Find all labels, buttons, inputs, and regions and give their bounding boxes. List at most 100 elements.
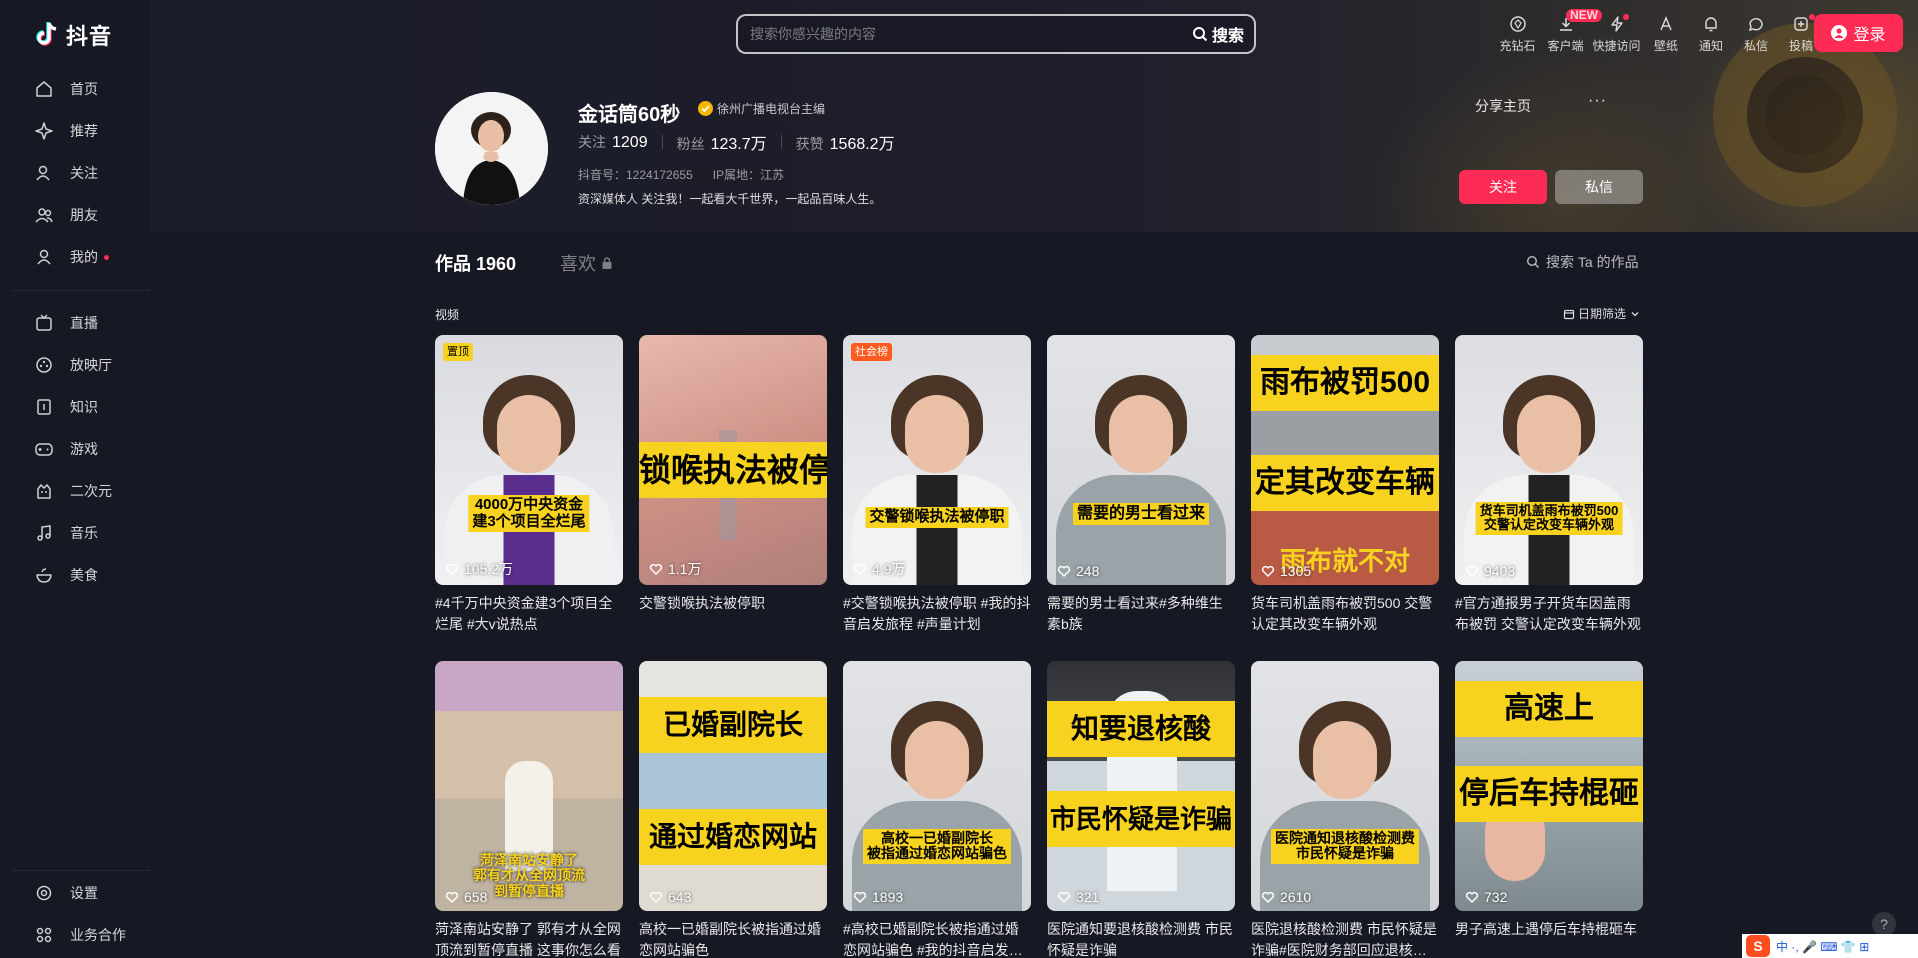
profile-bio: 资深媒体人 关注我！一起看大千世界，一起品百味人生。: [578, 192, 882, 206]
top-action-messages[interactable]: 私信: [1736, 12, 1776, 56]
heart-icon: [445, 891, 459, 903]
sidebar-item-anime[interactable]: 二次元: [0, 470, 150, 512]
like-count: 9403: [1465, 563, 1515, 579]
heart-icon: [853, 891, 867, 903]
search-input[interactable]: [738, 16, 1182, 52]
chat-icon: [1748, 17, 1763, 31]
video-card[interactable]: 高校一已婚副院长 被指通过婚恋网站骗色 1893 #高校已婚副院长被指通过婚恋网站…: [843, 661, 1031, 958]
video-card[interactable]: 高速上 停后车持棍砸 732 男子高速上遇停后车持棍砸车: [1455, 661, 1643, 958]
video-card[interactable]: 雨布被罚500 定其改变车辆 雨布就不对 1305 货车司机盖雨布被罚500 交…: [1251, 335, 1439, 635]
top-action-label: 私信: [1743, 38, 1768, 53]
sidebar-item-label: 业务合作: [70, 927, 126, 943]
sidebar-item-games[interactable]: 游戏: [0, 428, 150, 470]
primary-nav: 首页 推荐 关注 朋友 我的: [0, 68, 150, 278]
top-action-wallpaper[interactable]: 壁纸: [1646, 12, 1686, 56]
top-action-label: 快捷访问: [1592, 38, 1641, 53]
book-icon: [37, 399, 51, 415]
stat-followers[interactable]: 粉丝 123.7万: [677, 130, 767, 154]
sidebar-item-cinema[interactable]: 放映厅: [0, 344, 150, 386]
sidebar-item-label: 关注: [70, 165, 98, 181]
tab-likes[interactable]: 喜欢: [560, 250, 614, 276]
like-count: 643: [649, 889, 691, 905]
profile-name: 金话筒60秒: [578, 104, 681, 126]
tab-works[interactable]: 作品 1960: [435, 250, 516, 276]
upload-icon: [1794, 16, 1808, 31]
gear-icon: [36, 885, 52, 901]
stat-following[interactable]: 关注 1209: [578, 132, 648, 152]
top-action-client[interactable]: 客户端 NEW: [1544, 9, 1602, 56]
date-filter-dropdown[interactable]: 日期筛选: [1563, 305, 1641, 322]
stat-label: 粉丝: [676, 136, 705, 152]
top-action-quick-access[interactable]: 快捷访问: [1592, 12, 1641, 56]
search-works-button[interactable]: 搜索 Ta 的作品: [1526, 252, 1639, 272]
search-button[interactable]: 搜索: [1182, 16, 1254, 52]
avatar-image: [435, 92, 548, 205]
stat-label: 关注: [578, 134, 606, 150]
top-action-notifications[interactable]: 通知: [1691, 12, 1731, 56]
wallpaper-icon: [1660, 15, 1672, 30]
video-card[interactable]: 交警锁喉执法被停职 社会榜 4.9万 #交警锁喉执法被停职 #我的抖音启发旅程 …: [843, 335, 1031, 635]
video-title: #交警锁喉执法被停职 #我的抖音启发旅程 #声量计划: [843, 595, 1031, 632]
bowl-icon: [36, 568, 52, 583]
profile-meta: 抖音号：1224172655 IP属地：江苏: [578, 166, 784, 183]
sidebar-item-following[interactable]: 关注: [0, 152, 150, 194]
more-options-button[interactable]: ···: [1588, 92, 1607, 110]
like-count: 4.9万: [853, 559, 905, 579]
video-card[interactable]: 4000万中央资金 建3个项目全烂尾 置顶 105.2万 #4千万中央资金建3个项…: [435, 335, 623, 635]
ime-toolbar[interactable]: S 中 ·, 🎤 ⌨ 👕 ⊞: [1742, 934, 1918, 958]
login-button[interactable]: 登录: [1814, 14, 1903, 52]
like-count: 658: [445, 889, 487, 905]
like-count-value: 321: [1076, 889, 1100, 905]
like-count: 732: [1465, 889, 1507, 905]
video-card[interactable]: 医院通知退核酸检测费 市民怀疑是诈骗 2610 医院退核酸检测费 市民怀疑是诈骗#…: [1251, 661, 1439, 958]
sidebar-item-knowledge[interactable]: 知识: [0, 386, 150, 428]
follow-button[interactable]: 关注: [1459, 170, 1547, 204]
sidebar-item-label: 放映厅: [70, 357, 112, 373]
sidebar-item-settings[interactable]: 设置: [0, 872, 150, 914]
share-profile-button[interactable]: 分享主页: [1475, 96, 1531, 116]
heart-icon: [649, 891, 663, 903]
video-card[interactable]: 需要的男士看过来 248 需要的男士看过来#多种维生素b族: [1047, 335, 1235, 635]
video-card[interactable]: 知要退核酸 市民怀疑是诈骗 321 医院通知要退核酸检测费 市民怀疑是诈骗: [1047, 661, 1235, 958]
like-count-value: 248: [1076, 563, 1100, 579]
friends-icon: [35, 208, 53, 223]
sidebar-item-label: 朋友: [70, 207, 98, 223]
sidebar-item-recommend[interactable]: 推荐: [0, 110, 150, 152]
heart-icon: [853, 563, 867, 575]
top-action-diamond[interactable]: 充钻石: [1496, 12, 1539, 56]
section-label: 视频: [435, 308, 460, 322]
follow-user-icon: [36, 165, 50, 181]
heart-icon: [649, 563, 663, 575]
sidebar-item-music[interactable]: 音乐: [0, 512, 150, 554]
sidebar-item-friends[interactable]: 朋友: [0, 194, 150, 236]
stat-likes: 获赞 1568.2万: [796, 130, 895, 154]
heart-icon: [1261, 565, 1275, 577]
sidebar-item-live[interactable]: 直播: [0, 302, 150, 344]
heart-icon: [1465, 565, 1479, 577]
video-card[interactable]: 菏泽南站安静了 郭有才从全网顶流 到暂停直播 658 菏泽南站安静了 郭有才从全网顶…: [435, 661, 623, 958]
sidebar-item-business[interactable]: 业务合作: [0, 914, 150, 956]
sidebar-item-home[interactable]: 首页: [0, 68, 150, 110]
message-button[interactable]: 私信: [1555, 170, 1643, 204]
video-card[interactable]: 锁喉执法被停 1.1万 交警锁喉执法被停职: [639, 335, 827, 635]
thumbnail-caption: 停后车持棍砸: [1455, 766, 1643, 822]
like-count-value: 2610: [1280, 889, 1312, 905]
video-card[interactable]: 货车司机盖雨布被罚500 交警认定改变车辆外观 9403 #官方通报男子开货车因盖…: [1455, 335, 1643, 635]
video-thumbnail: 高速上 停后车持棍砸 732: [1455, 661, 1643, 911]
like-count-value: 658: [464, 889, 488, 905]
search-box: 搜索: [736, 14, 1256, 54]
sidebar-item-mine[interactable]: 我的: [0, 236, 150, 278]
sidebar-item-label: 直播: [70, 315, 98, 331]
verified-icon: [698, 101, 713, 116]
thumbnail-caption: 市民怀疑是诈骗: [1047, 791, 1235, 847]
douyin-logo[interactable]: 抖音: [34, 20, 112, 50]
like-count-value: 1305: [1280, 563, 1312, 579]
video-card[interactable]: 已婚副院长 通过婚恋网站 643 高校一已婚副院长被指通过婚恋网站骗色: [639, 661, 827, 958]
help-button[interactable]: ?: [1872, 912, 1896, 936]
sidebar-item-label: 游戏: [70, 441, 98, 457]
sidebar-divider: [12, 290, 150, 291]
sidebar-item-food[interactable]: 美食: [0, 554, 150, 596]
profile-avatar[interactable]: [435, 92, 548, 205]
notification-dot: [1623, 14, 1629, 20]
thumbnail-caption: 4000万中央资金 建3个项目全烂尾: [468, 495, 590, 532]
